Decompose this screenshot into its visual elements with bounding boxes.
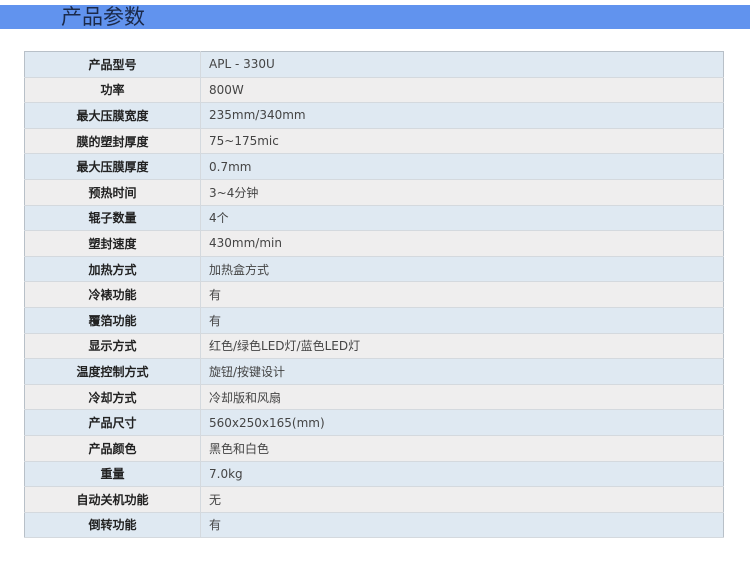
spec-label: 膜的塑封厚度 [24,128,201,155]
section-header: 产品参数 [0,5,750,29]
section-title: 产品参数 [61,5,145,29]
spec-value: 旋钮/按键设计 [200,358,724,385]
spec-value: 有 [200,307,724,334]
spec-label: 辊子数量 [24,205,201,232]
spec-value: 有 [200,512,724,539]
spec-row: 加热方式 加热盒方式 [24,256,724,283]
spec-value: 有 [200,281,724,308]
spec-value: 560x250x165(mm) [200,409,724,436]
spec-value: APL - 330U [200,51,724,78]
spec-row: 膜的塑封厚度 75~175mic [24,128,724,155]
spec-label: 最大压膜宽度 [24,102,201,129]
spec-value: 75~175mic [200,128,724,155]
spec-label: 冷却方式 [24,384,201,411]
spec-row: 冷裱功能有 [24,281,724,308]
spec-label: 功率 [24,77,201,104]
spec-row: 显示方式 红色/绿色LED灯/蓝色LED灯 [24,333,724,360]
spec-row: 倒转功能有 [24,512,724,539]
spec-row: 产品型号 APL - 330U [24,51,724,78]
spec-row: 塑封速度 430mm/min [24,230,724,257]
spec-label: 产品尺寸 [24,409,201,436]
spec-row: 最大压膜厚度 0.7mm [24,153,724,180]
spec-value: 3~4分钟 [200,179,724,206]
spec-value: 235mm/340mm [200,102,724,129]
spec-label: 最大压膜厚度 [24,153,201,180]
spec-value: 加热盒方式 [200,256,724,283]
spec-label: 塑封速度 [24,230,201,257]
spec-label: 产品型号 [24,51,201,78]
spec-row: 产品尺寸 560x250x165(mm) [24,409,724,436]
spec-label: 冷裱功能 [24,281,201,308]
spec-table: 产品型号 APL - 330U 功率 800W 最大压膜宽度 235mm/340mm 膜的塑… [24,51,724,539]
spec-row: 辊子数量 4个 [24,205,724,232]
spec-row: 冷却方式 冷却版和风扇 [24,384,724,411]
spec-label: 预热时间 [24,179,201,206]
spec-row: 覆箔功能有 [24,307,724,334]
spec-label: 产品颜色 [24,435,201,462]
spec-row: 功率 800W [24,77,724,104]
spec-label: 覆箔功能 [24,307,201,334]
spec-row: 重量 7.0kg [24,461,724,488]
spec-label: 自动关机功能 [24,486,201,513]
spec-value: 冷却版和风扇 [200,384,724,411]
spec-value: 无 [200,486,724,513]
spec-value: 800W [200,77,724,104]
spec-label: 加热方式 [24,256,201,283]
spec-row: 预热时间 3~4分钟 [24,179,724,206]
spec-row: 自动关机功能无 [24,486,724,513]
spec-row: 产品颜色 黑色和白色 [24,435,724,462]
spec-value: 0.7mm [200,153,724,180]
spec-value: 黑色和白色 [200,435,724,462]
spec-value: 4个 [200,205,724,232]
spec-value: 430mm/min [200,230,724,257]
spec-row: 最大压膜宽度 235mm/340mm [24,102,724,129]
spec-value: 7.0kg [200,461,724,488]
spec-label: 重量 [24,461,201,488]
spec-label: 温度控制方式 [24,358,201,385]
spec-value: 红色/绿色LED灯/蓝色LED灯 [200,333,724,360]
spec-label: 倒转功能 [24,512,201,539]
spec-row: 温度控制方式 旋钮/按键设计 [24,358,724,385]
spec-label: 显示方式 [24,333,201,360]
